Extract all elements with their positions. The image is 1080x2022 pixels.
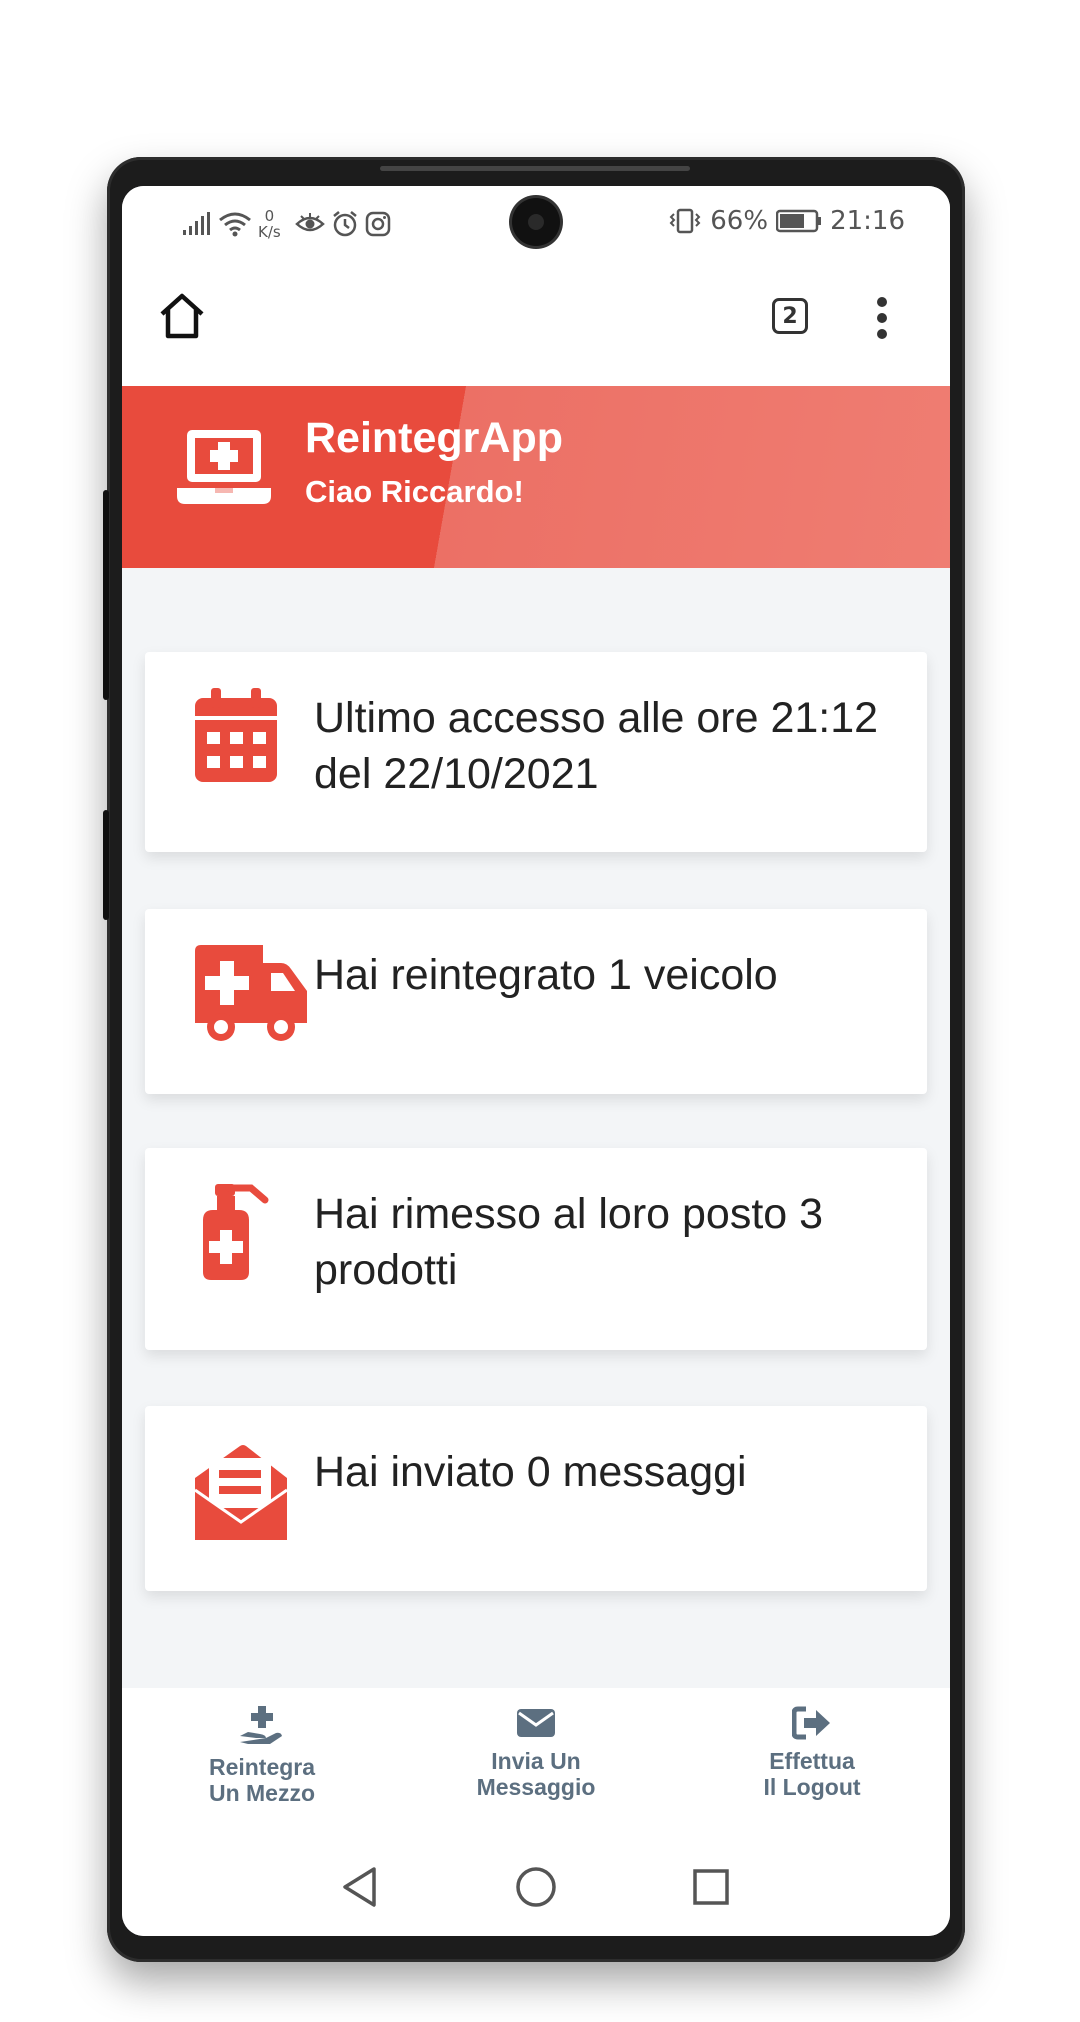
clock: 21:16	[830, 206, 905, 236]
battery-icon	[776, 209, 822, 233]
last-access-card: Ultimo accesso alle ore 21:12 del 22/10/…	[145, 652, 927, 852]
messages-card: Hai inviato 0 messaggi	[145, 1406, 927, 1591]
network-speed-value: 0	[264, 207, 275, 225]
status-bar-left: 0 K/s	[182, 208, 391, 240]
app-title: ReintegrApp	[305, 414, 563, 462]
hand-medical-icon	[240, 1706, 282, 1744]
products-card: Hai rimesso al loro posto 3 prodotti	[145, 1148, 927, 1350]
vehicles-card: Hai reintegrato 1 veicolo	[145, 909, 927, 1094]
app-header: ReintegrApp Ciao Riccardo!	[122, 386, 950, 568]
phone-volume-button	[103, 490, 109, 700]
ambulance-icon	[195, 945, 307, 1041]
instagram-icon	[365, 211, 390, 237]
nav-reintegra-mezzo[interactable]: Reintegra Un Mezzo	[152, 1706, 372, 1806]
envelope-open-icon	[194, 1445, 288, 1540]
phone-power-button	[103, 810, 109, 920]
nav-invia-messaggio-label: Invia Un Messaggio	[476, 1748, 596, 1800]
signal-icon	[183, 212, 210, 235]
bottom-nav: Reintegra Un Mezzo Invia Un Messaggio Ef…	[122, 1688, 950, 1839]
envelope-icon	[517, 1709, 555, 1737]
system-nav-bar	[122, 1838, 950, 1936]
nav-logout-label: Effettua Il Logout	[763, 1748, 861, 1800]
status-bar-right: 66% 21:16	[668, 206, 905, 236]
eye-icon	[294, 213, 325, 232]
tab-switcher-button[interactable]: 2	[772, 298, 808, 334]
recents-icon[interactable]	[692, 1868, 730, 1906]
wifi-icon	[219, 212, 251, 237]
nav-invia-messaggio[interactable]: Invia Un Messaggio	[426, 1706, 646, 1800]
browser-toolbar: 2	[122, 256, 950, 386]
nav-reintegra-mezzo-label: Reintegra Un Mezzo	[208, 1754, 316, 1806]
front-camera	[512, 198, 560, 246]
network-speed: 0 K/s	[258, 208, 281, 240]
sanitizer-icon	[203, 1184, 269, 1280]
back-icon[interactable]	[340, 1866, 380, 1908]
nav-logout[interactable]: Effettua Il Logout	[702, 1706, 922, 1800]
network-speed-unit: K/s	[258, 223, 281, 241]
products-text: Hai rimesso al loro posto 3 prodotti	[314, 1190, 824, 1294]
laptop-medical-icon	[177, 430, 271, 504]
greeting-text: Ciao Riccardo!	[305, 474, 524, 509]
sign-out-icon	[792, 1706, 830, 1740]
more-vert-icon[interactable]	[872, 296, 892, 340]
alarm-icon	[332, 211, 357, 237]
battery-percent: 66%	[710, 206, 769, 236]
phone-speaker	[380, 166, 690, 171]
home-icon[interactable]	[152, 286, 212, 346]
status-bar: 0 K/s 66% 21:16	[122, 186, 950, 256]
vehicles-text: Hai reintegrato 1 veicolo	[314, 951, 778, 999]
phone-screen: 0 K/s 66% 21:16 2 ReintegrApp Ciao Ricca…	[122, 186, 950, 1936]
messages-text: Hai inviato 0 messaggi	[314, 1448, 747, 1496]
calendar-icon	[195, 688, 277, 782]
home-circle-icon[interactable]	[515, 1866, 557, 1908]
last-access-text: Ultimo accesso alle ore 21:12 del 22/10/…	[314, 694, 879, 798]
vibrate-icon	[669, 208, 701, 234]
